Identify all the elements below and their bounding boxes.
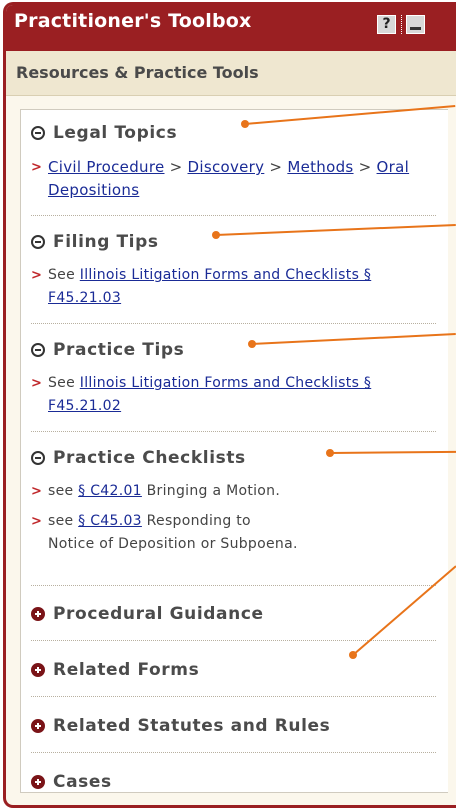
divider — [31, 752, 436, 753]
help-icon[interactable]: ? — [377, 15, 396, 34]
divider — [31, 323, 436, 324]
section-title: Practice Tips — [53, 340, 185, 360]
minimize-icon[interactable] — [406, 15, 425, 34]
checklist-item: > see § C42.01 Bringing a Motion. — [31, 480, 431, 503]
item-prefix: See — [48, 375, 80, 391]
section-related-statutes-and-rules[interactable]: Related Statutes and Rules — [31, 716, 330, 736]
subheader-title: Resources & Practice Tools — [16, 63, 259, 82]
bullet-icon: > — [31, 376, 43, 391]
practice-tips-item: > See Illinois Litigation Forms and Chec… — [31, 372, 431, 418]
minus-circle-icon[interactable] — [31, 451, 45, 465]
link-c45-03[interactable]: § C45.03 — [78, 513, 142, 529]
plus-circle-icon[interactable] — [31, 663, 45, 677]
title-bar: Practitioner's Toolbox ? — [6, 5, 456, 51]
plus-circle-icon[interactable] — [31, 607, 45, 621]
section-title: Procedural Guidance — [53, 604, 264, 624]
subheader: Resources & Practice Tools — [6, 51, 456, 96]
link-civil-procedure[interactable]: Civil Procedure — [48, 158, 165, 176]
filing-tips-item: > See Illinois Litigation Forms and Chec… — [31, 264, 431, 310]
section-practice-tips[interactable]: Practice Tips — [31, 340, 184, 360]
link-methods[interactable]: Methods — [287, 158, 353, 176]
divider — [31, 585, 436, 586]
bullet-icon: > — [31, 484, 43, 499]
item-prefix: See — [48, 267, 80, 283]
section-filing-tips[interactable]: Filing Tips — [31, 232, 159, 252]
section-practice-checklists[interactable]: Practice Checklists — [31, 448, 246, 468]
link-forms-f45-21-03[interactable]: Illinois Litigation Forms and Checklists… — [48, 267, 371, 306]
section-title: Related Forms — [53, 660, 200, 680]
link-c42-01[interactable]: § C42.01 — [78, 483, 142, 499]
item-suffix: Bringing a Motion. — [141, 483, 281, 499]
bullet-icon: > — [31, 514, 43, 529]
section-title: Filing Tips — [53, 232, 159, 252]
link-forms-f45-21-02[interactable]: Illinois Litigation Forms and Checklists… — [48, 375, 371, 414]
breadcrumb-separator: > — [264, 158, 288, 176]
plus-circle-icon[interactable] — [31, 775, 45, 789]
section-title: Related Statutes and Rules — [53, 716, 331, 736]
divider — [31, 640, 436, 641]
minus-circle-icon[interactable] — [31, 343, 45, 357]
section-title: Cases — [53, 772, 112, 792]
link-discovery[interactable]: Discovery — [188, 158, 265, 176]
divider — [31, 696, 436, 697]
breadcrumb-separator: > — [353, 158, 377, 176]
item-prefix: see — [48, 513, 79, 529]
divider — [31, 215, 436, 216]
plus-circle-icon[interactable] — [31, 719, 45, 733]
practitioners-toolbox-panel: Practitioner's Toolbox ? Resources & Pra… — [3, 2, 456, 808]
section-legal-topics[interactable]: Legal Topics — [31, 123, 177, 143]
bullet-icon: > — [31, 268, 43, 283]
legal-topics-breadcrumb: > Civil Procedure > Discovery > Methods … — [31, 156, 431, 202]
section-related-forms[interactable]: Related Forms — [31, 660, 199, 680]
panel-title: Practitioner's Toolbox — [14, 10, 252, 32]
section-procedural-guidance[interactable]: Procedural Guidance — [31, 604, 264, 624]
section-cases[interactable]: Cases — [31, 772, 112, 792]
breadcrumb-separator: > — [164, 158, 188, 176]
minimize-bar — [410, 27, 421, 30]
checklist-item: > see § C45.03 Responding to Notice of D… — [31, 510, 431, 556]
bullet-icon: > — [31, 160, 43, 175]
minus-circle-icon[interactable] — [31, 235, 45, 249]
button-separator — [401, 15, 402, 34]
section-title: Legal Topics — [53, 123, 178, 143]
divider — [31, 431, 436, 432]
section-title: Practice Checklists — [53, 448, 246, 468]
item-prefix: see — [48, 483, 79, 499]
minus-circle-icon[interactable] — [31, 126, 45, 140]
